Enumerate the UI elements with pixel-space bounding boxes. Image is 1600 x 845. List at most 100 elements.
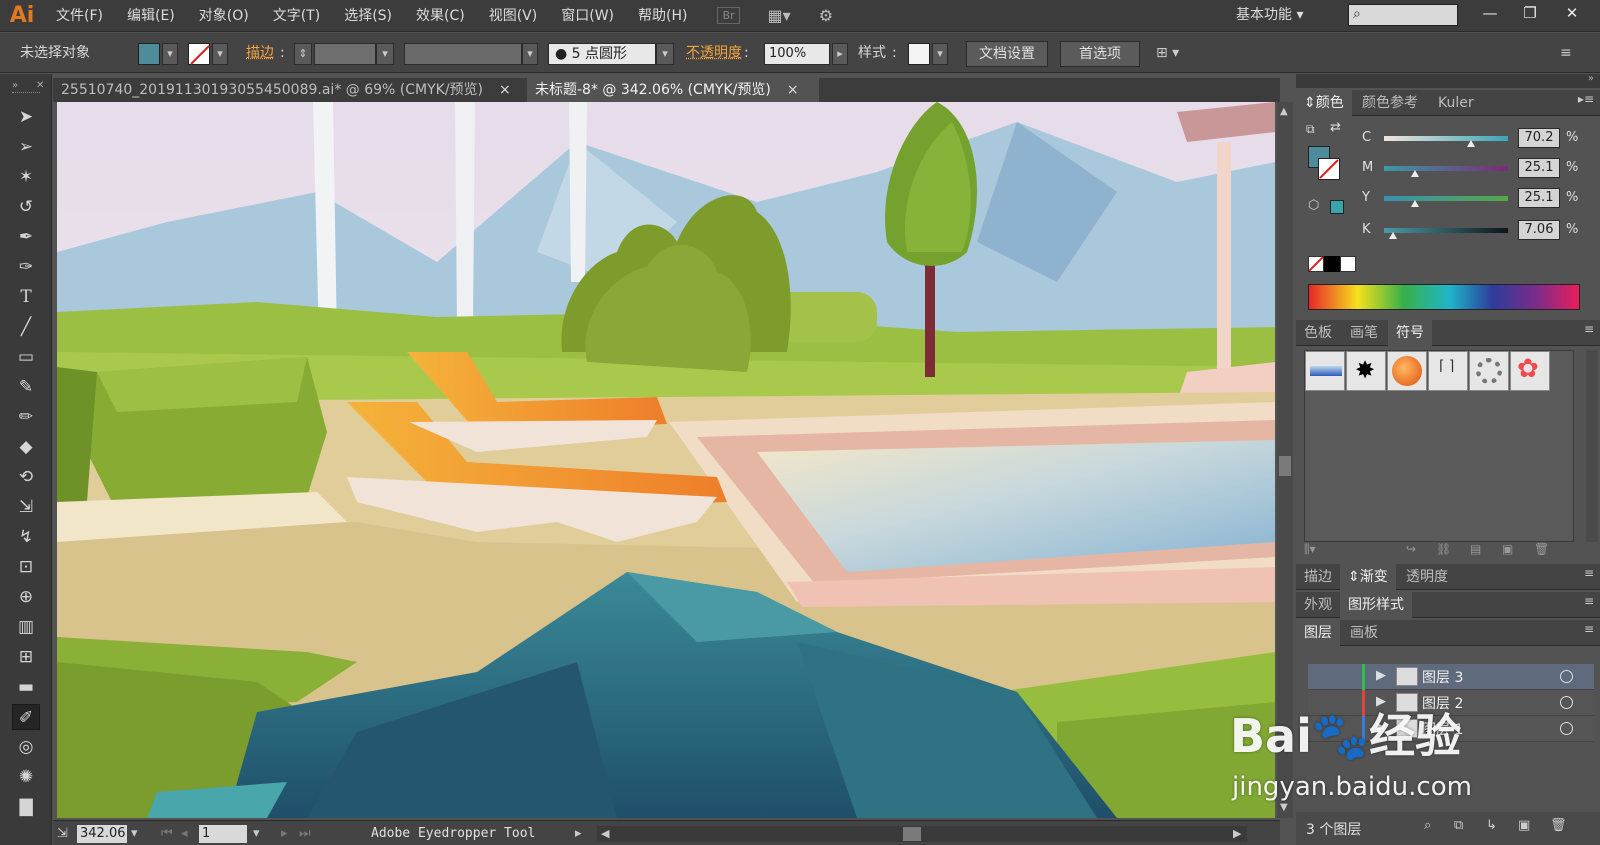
pencil-tool-icon[interactable]: ✏ — [12, 404, 40, 430]
gpu-sync-icon[interactable]: ⚙ — [819, 6, 833, 25]
hscroll-thumb[interactable] — [903, 827, 921, 841]
tab-swatches[interactable]: 色板 — [1296, 320, 1340, 346]
out-of-gamut-icon[interactable]: ⬡ — [1308, 198, 1319, 213]
control-panel-menu-icon[interactable]: ≡ — [1560, 42, 1572, 64]
menu-object[interactable]: 对象(O) — [187, 0, 261, 32]
locate-object-icon[interactable]: ⌕ — [1424, 818, 1431, 833]
dock-header[interactable]: » — [1296, 73, 1600, 88]
pen-tool-icon[interactable]: ✒ — [12, 224, 40, 250]
dock-collapse-icon[interactable]: » — [1588, 73, 1594, 84]
close-tab-icon[interactable]: × — [499, 82, 511, 98]
symbol-flower[interactable]: ✿ — [1510, 351, 1550, 391]
line-tool-icon[interactable]: ╱ — [12, 314, 40, 340]
column-graph-tool-icon[interactable]: ▇ — [12, 794, 40, 820]
expand-layer-icon[interactable]: ▶ — [1376, 668, 1386, 683]
layer-row[interactable]: ▶ 图层 3 — [1308, 664, 1594, 690]
fill-dropdown-icon[interactable]: ▾ — [162, 43, 178, 65]
channel-value-field[interactable]: 7.06 — [1518, 220, 1560, 240]
color-spectrum-bar[interactable] — [1308, 284, 1580, 310]
layer-target-icon[interactable] — [1560, 696, 1573, 709]
menu-edit[interactable]: 编辑(E) — [115, 0, 187, 32]
workspace-switcher[interactable]: 基本功能 ▾ — [1236, 0, 1303, 32]
stroke-label[interactable]: 描边 — [246, 42, 274, 64]
tab-kuler[interactable]: Kuler — [1430, 90, 1482, 116]
toolbox-collapse-icon[interactable]: » — [12, 80, 18, 91]
magenta-slider[interactable]: M 25.1 % — [1362, 158, 1592, 182]
menu-select[interactable]: 选择(S) — [332, 0, 404, 32]
warp-tool-icon[interactable]: ↯ — [12, 524, 40, 550]
slider-knob[interactable] — [1411, 200, 1420, 207]
mesh-tool-icon[interactable]: ⊞ — [12, 644, 40, 670]
tab-artboards[interactable]: 画板 — [1342, 620, 1386, 646]
graphic-style-swatch[interactable] — [908, 43, 930, 65]
tab-appearance[interactable]: 外观 — [1296, 592, 1340, 618]
tab-layers[interactable]: 图层 — [1296, 620, 1340, 646]
break-link-icon[interactable]: ⛓ — [1436, 542, 1451, 556]
new-symbol-icon[interactable]: ▣ — [1502, 542, 1513, 556]
artboard-canvas[interactable] — [57, 102, 1275, 818]
stroke-color-swatch[interactable] — [1318, 158, 1340, 180]
menu-help[interactable]: 帮助(H) — [626, 0, 699, 32]
artboard-field[interactable]: 1 — [199, 825, 247, 843]
menu-effect[interactable]: 效果(C) — [404, 0, 477, 32]
opacity-label[interactable]: 不透明度 — [686, 42, 742, 64]
symbols-panel-menu-icon[interactable]: ≡ — [1584, 322, 1594, 336]
tab-document-1[interactable]: 25510740_20191130193055450089.ai* @ 69% … — [53, 78, 525, 102]
horizontal-scrollbar[interactable]: ◀ ▶ — [597, 826, 1247, 842]
scroll-down-icon[interactable]: ▼ — [1280, 802, 1288, 813]
zoom-field[interactable]: 342.06 — [77, 825, 127, 843]
slider-knob[interactable] — [1467, 140, 1476, 147]
symbol-orange-orb[interactable] — [1387, 351, 1427, 391]
menu-type[interactable]: 文字(T) — [261, 0, 332, 32]
share-icon[interactable]: ⇲ — [57, 825, 68, 843]
slider-track[interactable] — [1384, 228, 1508, 233]
tab-transparency[interactable]: 透明度 — [1398, 564, 1456, 590]
stroke-weight-stepper[interactable]: ⇕ — [294, 43, 312, 65]
slider-knob[interactable] — [1388, 232, 1397, 239]
scroll-right-icon[interactable]: ▶ — [1233, 825, 1241, 843]
tab-symbols[interactable]: 符号 — [1388, 320, 1432, 346]
gradient-panel-menu-icon[interactable]: ≡ — [1584, 566, 1594, 580]
type-tool-icon[interactable]: T — [12, 284, 40, 310]
direct-selection-tool-icon[interactable]: ➢ — [12, 134, 40, 160]
white-swatch[interactable] — [1340, 256, 1356, 272]
swap-colors-icon[interactable]: ⇄ — [1330, 120, 1341, 135]
artboard-dropdown-icon[interactable]: ▾ — [253, 825, 260, 843]
minimize-icon[interactable]: — — [1470, 0, 1510, 28]
in-gamut-swatch[interactable] — [1330, 200, 1344, 214]
symbol-banner[interactable] — [1305, 351, 1345, 391]
close-tab-icon[interactable]: × — [787, 82, 799, 98]
cyan-slider[interactable]: C 70.2 % — [1362, 128, 1592, 152]
symbol-ring[interactable] — [1469, 351, 1509, 391]
symbol-sprayer-tool-icon[interactable]: ✺ — [12, 764, 40, 790]
new-sublayer-icon[interactable]: ↳ — [1486, 818, 1497, 833]
scroll-left-icon[interactable]: ◀ — [601, 825, 609, 843]
arrange-documents-icon[interactable]: ▦▾ — [768, 6, 791, 25]
prev-artboard-icon[interactable]: ◂ — [181, 825, 188, 843]
slider-knob[interactable] — [1411, 170, 1420, 177]
search-input[interactable]: ⌕ — [1348, 4, 1458, 26]
layers-panel-menu-icon[interactable]: ≡ — [1584, 622, 1594, 636]
fill-swatch[interactable] — [138, 43, 160, 65]
close-icon[interactable]: ✕ — [1552, 0, 1592, 28]
preferences-button[interactable]: 首选项 — [1060, 41, 1140, 67]
menu-window[interactable]: 窗口(W) — [549, 0, 626, 32]
eraser-tool-icon[interactable]: ◆ — [12, 434, 40, 460]
stroke-weight-dropdown-icon[interactable]: ▾ — [376, 43, 394, 65]
bridge-button[interactable]: Br — [717, 7, 740, 24]
zoom-dropdown-icon[interactable]: ▾ — [131, 825, 138, 843]
toolbox-close-icon[interactable]: ✕ — [36, 80, 44, 91]
delete-layer-icon[interactable]: 🗑 — [1550, 818, 1567, 833]
magic-wand-tool-icon[interactable]: ✶ — [12, 164, 40, 190]
stroke-weight-field[interactable] — [314, 43, 376, 65]
stroke-swatch[interactable] — [188, 43, 210, 65]
channel-value-field[interactable]: 70.2 — [1518, 128, 1560, 148]
last-artboard-icon[interactable]: ⏭ — [299, 825, 311, 843]
opacity-arrow-icon[interactable]: ▸ — [832, 43, 848, 65]
none-color-swatch[interactable] — [1308, 256, 1324, 272]
symbol-splatter[interactable]: ✸ — [1346, 351, 1386, 391]
gradient-tool-icon[interactable]: ▬ — [12, 674, 40, 700]
toolbox-grip[interactable] — [12, 92, 40, 95]
yellow-slider[interactable]: Y 25.1 % — [1362, 188, 1592, 212]
symbol-options-icon[interactable]: ▤ — [1470, 542, 1481, 556]
